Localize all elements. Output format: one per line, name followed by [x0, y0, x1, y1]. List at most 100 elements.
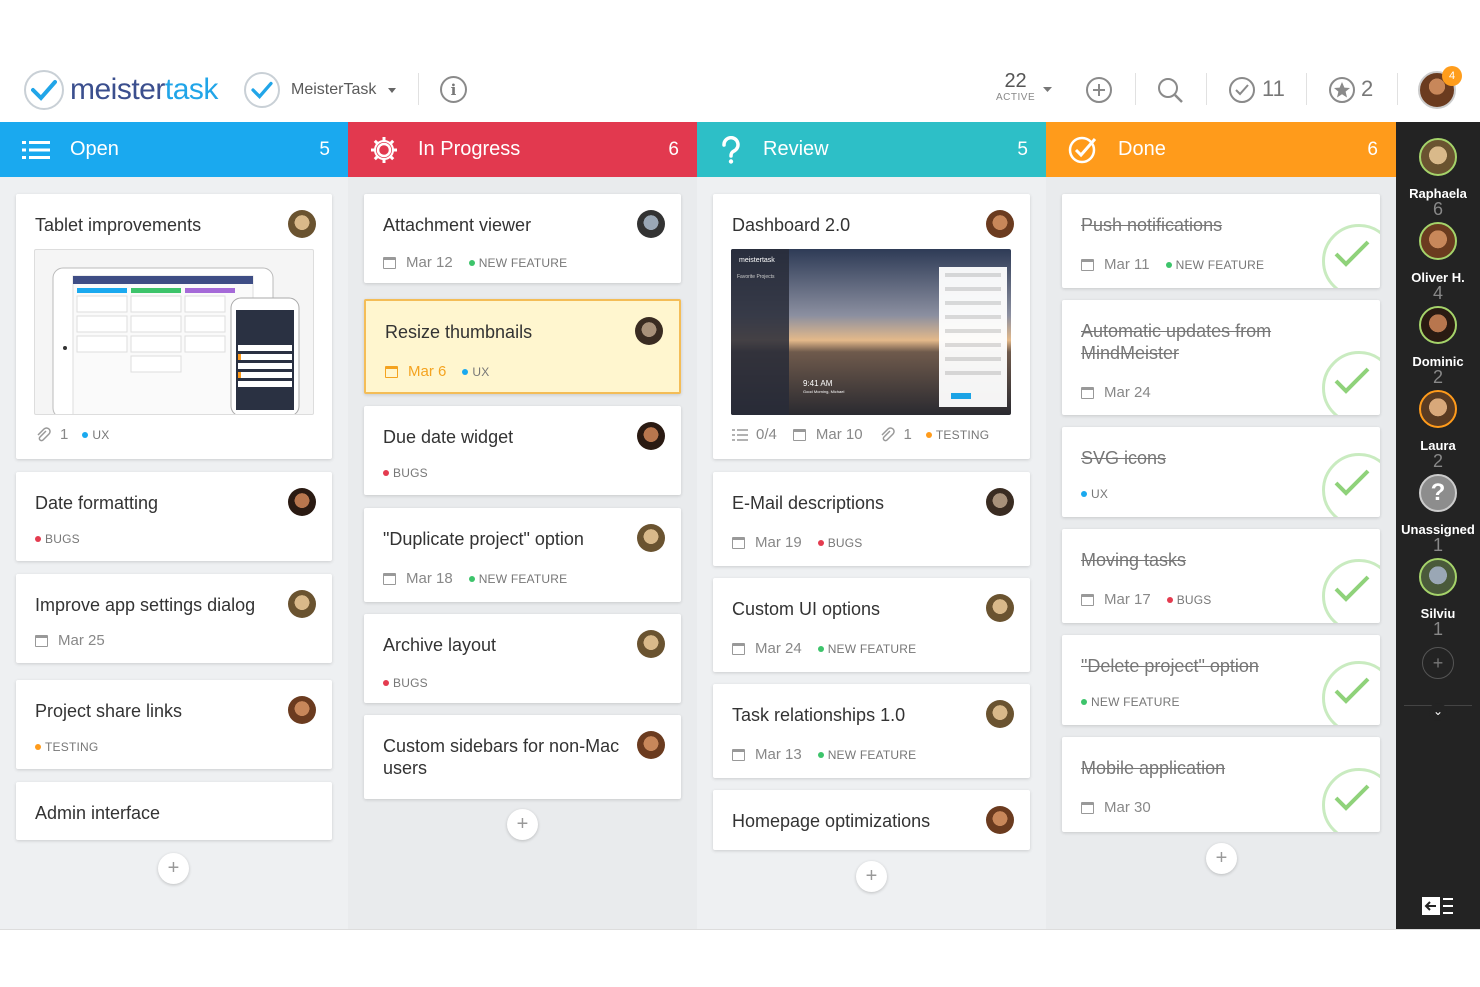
task-card[interactable]: Admin interface	[16, 782, 332, 840]
search-icon[interactable]	[1156, 76, 1184, 104]
attachment-count: 1	[903, 426, 912, 443]
task-card[interactable]: Dashboard 2.0 meistertask Favorite Proje…	[713, 194, 1030, 459]
assignee-avatar[interactable]	[288, 210, 316, 238]
info-icon[interactable]: i	[440, 76, 467, 103]
add-member-button[interactable]: +	[1422, 647, 1454, 679]
tag-ux[interactable]: UX	[1081, 487, 1108, 501]
project-selector[interactable]: MeisterTask	[244, 72, 397, 108]
tag-bugs[interactable]: BUGS	[1166, 593, 1212, 607]
task-card-selected[interactable]: Resize thumbnails Mar 6 UX	[364, 299, 681, 394]
assignee-avatar[interactable]	[637, 210, 665, 238]
column-header-open[interactable]: Open 5	[0, 122, 348, 177]
tag-new-feature[interactable]: NEW FEATURE	[817, 748, 917, 762]
tag-new-feature[interactable]: NEW FEATURE	[1165, 258, 1265, 272]
task-card[interactable]: Task relationships 1.0 Mar 13 NEW FEATURE	[713, 684, 1030, 778]
divider	[418, 73, 419, 105]
add-task-button[interactable]: +	[158, 853, 189, 884]
checklist-icon	[732, 428, 748, 441]
task-card[interactable]: Custom UI options Mar 24 NEW FEATURE	[713, 578, 1030, 672]
member-laura[interactable]: Laura 2	[1396, 390, 1480, 470]
assignee-avatar[interactable]	[986, 594, 1014, 622]
assignee-avatar[interactable]	[986, 806, 1014, 834]
tag-ux[interactable]: UX	[462, 365, 489, 379]
due-date: Mar 17	[1104, 591, 1151, 608]
column-title: Review	[763, 138, 829, 160]
task-card-completed[interactable]: Automatic updates from MindMeister Mar 2…	[1062, 300, 1380, 415]
completed-check-icon[interactable]	[1312, 653, 1380, 725]
task-card[interactable]: Project share links TESTING	[16, 680, 332, 769]
task-card[interactable]: Homepage optimizations	[713, 790, 1030, 850]
collapse-sidebar-icon[interactable]	[1422, 895, 1454, 917]
task-title: Improve app settings dialog	[35, 595, 256, 615]
assignee-avatar[interactable]	[637, 524, 665, 552]
task-title: Push notifications	[1081, 215, 1223, 235]
column-count: 5	[319, 138, 330, 160]
task-card[interactable]: Improve app settings dialog Mar 25	[16, 574, 332, 663]
member-dominic[interactable]: Dominic 2	[1396, 306, 1480, 386]
task-card[interactable]: Due date widget BUGS	[364, 406, 681, 495]
completed-check-icon[interactable]	[1312, 216, 1380, 288]
assignee-avatar[interactable]	[637, 422, 665, 450]
completed-check-icon[interactable]	[1312, 760, 1380, 832]
task-image[interactable]	[34, 249, 314, 415]
assignee-avatar[interactable]	[637, 731, 665, 759]
tag-new-feature[interactable]: NEW FEATURE	[468, 256, 568, 270]
tag-new-feature[interactable]: NEW FEATURE	[817, 642, 917, 656]
tag-testing[interactable]: TESTING	[35, 740, 98, 754]
task-card[interactable]: E-Mail descriptions Mar 19 BUGS	[713, 472, 1030, 566]
completed-check-icon[interactable]	[1312, 343, 1380, 415]
tag-new-feature[interactable]: NEW FEATURE	[1081, 695, 1180, 709]
assignee-avatar[interactable]	[288, 696, 316, 724]
app-logo[interactable]: meistertask	[24, 70, 218, 110]
checked-tasks-icon[interactable]	[1228, 76, 1256, 104]
task-card[interactable]: Date formatting BUGS	[16, 472, 332, 561]
completed-check-icon[interactable]	[1312, 551, 1380, 623]
task-card[interactable]: "Duplicate project" option Mar 18 NEW FEA…	[364, 508, 681, 602]
starred-icon[interactable]	[1328, 76, 1356, 104]
column-header-review[interactable]: Review 5	[697, 122, 1046, 177]
list-icon	[22, 140, 50, 159]
task-card[interactable]: Tablet improvements 1 UX	[16, 194, 332, 459]
tag-new-feature[interactable]: NEW FEATURE	[468, 572, 568, 586]
tag-bugs[interactable]: BUGS	[383, 466, 428, 480]
tag-testing[interactable]: TESTING	[925, 428, 989, 442]
completed-check-icon[interactable]	[1312, 445, 1380, 517]
assignee-avatar[interactable]	[288, 590, 316, 618]
assignee-avatar[interactable]	[635, 317, 663, 345]
tag-bugs[interactable]: BUGS	[383, 676, 428, 690]
add-task-button[interactable]: +	[856, 861, 887, 892]
member-raphaela[interactable]: Raphaela 6	[1396, 138, 1480, 218]
avatar	[1419, 558, 1457, 596]
assignee-avatar[interactable]	[986, 700, 1014, 728]
member-unassigned[interactable]: ? Unassigned 1	[1396, 474, 1480, 554]
task-card-completed[interactable]: "Delete project" option NEW FEATURE	[1062, 635, 1380, 725]
task-card-completed[interactable]: Push notifications Mar 11 NEW FEATURE	[1062, 194, 1380, 288]
divider	[1206, 73, 1207, 105]
column-header-done[interactable]: Done 6	[1046, 122, 1396, 177]
assignee-avatar[interactable]	[637, 630, 665, 658]
tag-ux[interactable]: UX	[82, 428, 109, 442]
task-card-completed[interactable]: Mobile application Mar 30	[1062, 737, 1380, 832]
assignee-avatar[interactable]	[986, 488, 1014, 516]
member-silviu[interactable]: Silviu 1	[1396, 558, 1480, 638]
add-task-icon[interactable]	[1085, 76, 1113, 104]
tag-bugs[interactable]: BUGS	[817, 536, 863, 550]
task-card[interactable]: Archive layout BUGS	[364, 614, 681, 703]
task-card[interactable]: Attachment viewer Mar 12 NEW FEATURE	[364, 194, 681, 283]
task-image[interactable]: meistertask Favorite Projects 9:41 AM Go…	[731, 249, 1011, 415]
checklist-progress: 0/4	[756, 426, 777, 443]
column-header-in-progress[interactable]: In Progress 6	[348, 122, 697, 177]
tag-bugs[interactable]: BUGS	[35, 532, 80, 546]
active-tasks-selector[interactable]: 22 ACTIVE	[996, 70, 1035, 103]
task-card-completed[interactable]: Moving tasks Mar 17 BUGS	[1062, 529, 1380, 623]
member-oliver[interactable]: Oliver H. 4	[1396, 222, 1480, 302]
chevron-down-icon[interactable]: ⌄	[1429, 703, 1447, 721]
due-date: Mar 13	[755, 746, 802, 763]
task-card-completed[interactable]: SVG icons UX	[1062, 427, 1380, 517]
assignee-avatar[interactable]	[986, 210, 1014, 238]
task-card[interactable]: Custom sidebars for non-Mac users	[364, 715, 681, 799]
notification-badge[interactable]: 4	[1442, 66, 1462, 86]
assignee-avatar[interactable]	[288, 488, 316, 516]
add-task-button[interactable]: +	[507, 809, 538, 840]
add-task-button[interactable]: +	[1206, 843, 1237, 874]
